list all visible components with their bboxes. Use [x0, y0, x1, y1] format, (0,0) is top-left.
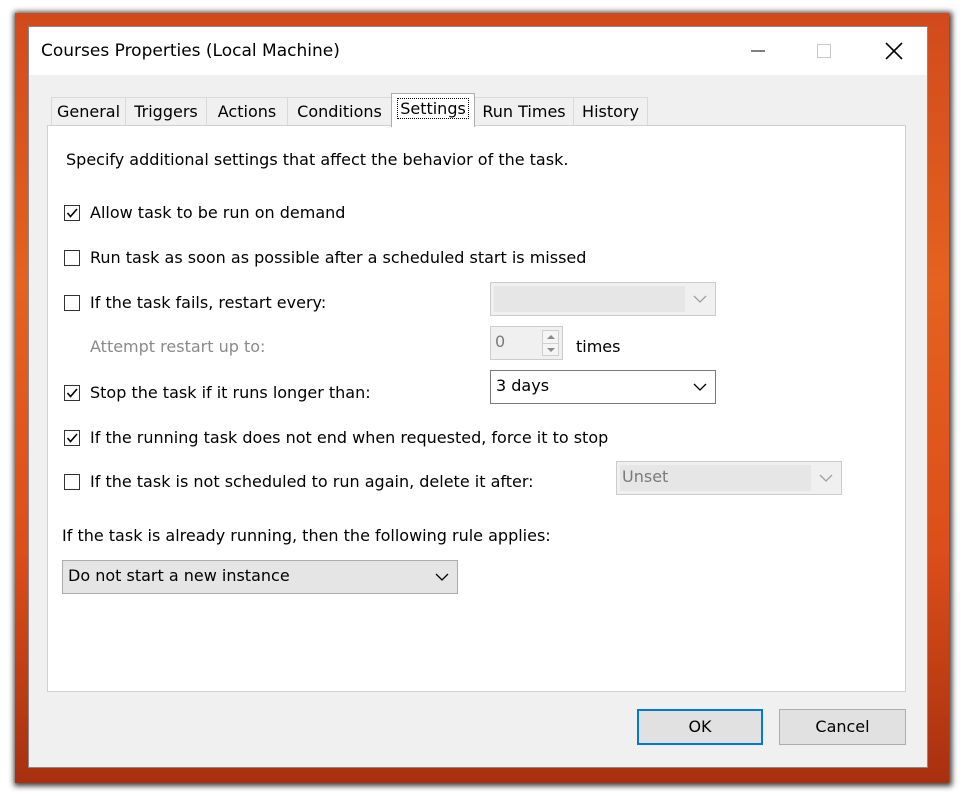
minimize-button[interactable]	[735, 27, 781, 75]
chevron-down-icon	[693, 295, 707, 303]
run-missed-checkbox[interactable]	[64, 250, 80, 266]
attempt-restart-stepper[interactable]: 0	[490, 326, 563, 360]
running-rule-dropdown[interactable]: Do not start a new instance	[62, 560, 458, 594]
settings-panel: Specify additional settings that affect …	[47, 125, 906, 692]
settings-description: Specify additional settings that affect …	[66, 150, 569, 169]
restart-on-fail-label: If the task fails, restart every:	[90, 293, 327, 312]
tab-triggers[interactable]: Triggers	[125, 97, 207, 126]
checkmark-icon	[66, 388, 78, 398]
delete-after-label: If the task is not scheduled to run agai…	[90, 472, 534, 491]
chevron-down-icon	[819, 474, 833, 482]
minimize-icon	[751, 50, 765, 52]
stop-if-longer-label: Stop the task if it runs longer than:	[90, 383, 371, 402]
attempt-restart-value: 0	[495, 332, 506, 351]
checkmark-icon	[66, 208, 78, 218]
tab-run-times[interactable]: Run Times	[474, 97, 574, 126]
tab-history[interactable]: History	[573, 97, 648, 126]
restart-on-fail-checkbox[interactable]	[64, 295, 80, 311]
properties-dialog: Courses Properties (Local Machine) Gener…	[28, 26, 928, 768]
stop-duration-value: 3 days	[496, 376, 550, 395]
stop-if-longer-checkbox[interactable]	[64, 385, 80, 401]
close-icon	[885, 42, 903, 60]
tab-general[interactable]: General	[51, 97, 126, 126]
delete-after-value: Unset	[622, 467, 669, 486]
arrow-down-icon	[547, 348, 555, 352]
delete-after-checkbox[interactable]	[64, 474, 80, 490]
restart-interval-dropdown[interactable]	[490, 282, 716, 316]
running-rule-label: If the task is already running, then the…	[62, 526, 551, 545]
cancel-button[interactable]: Cancel	[779, 709, 906, 745]
delete-after-dropdown[interactable]: Unset	[616, 461, 842, 495]
attempt-restart-unit: times	[576, 337, 621, 356]
restart-interval-field	[494, 286, 685, 312]
tab-settings[interactable]: Settings	[391, 93, 475, 127]
running-rule-value: Do not start a new instance	[68, 566, 290, 585]
window-title: Courses Properties (Local Machine)	[41, 41, 340, 61]
tab-settings-label: Settings	[397, 98, 469, 119]
arrow-up-icon	[547, 335, 555, 339]
force-stop-label: If the running task does not end when re…	[90, 428, 609, 447]
tab-actions[interactable]: Actions	[206, 97, 288, 126]
stop-duration-dropdown[interactable]: 3 days	[490, 370, 716, 404]
force-stop-checkbox[interactable]	[64, 430, 80, 446]
maximize-icon	[817, 44, 831, 58]
title-bar: Courses Properties (Local Machine)	[29, 27, 927, 75]
attempt-restart-label: Attempt restart up to:	[90, 337, 266, 356]
run-missed-label: Run task as soon as possible after a sch…	[90, 248, 587, 267]
allow-on-demand-checkbox[interactable]	[64, 205, 80, 221]
chevron-down-icon	[693, 383, 707, 391]
chevron-down-icon	[435, 573, 449, 581]
ok-button[interactable]: OK	[637, 709, 763, 745]
checkmark-icon	[66, 433, 78, 443]
allow-on-demand-label: Allow task to be run on demand	[90, 203, 346, 222]
stepper-up-button[interactable]	[543, 331, 558, 343]
close-button[interactable]	[871, 27, 917, 75]
tab-conditions[interactable]: Conditions	[287, 97, 392, 126]
stepper-buttons	[542, 330, 559, 356]
maximize-button[interactable]	[801, 27, 847, 75]
stepper-down-button[interactable]	[543, 343, 558, 356]
